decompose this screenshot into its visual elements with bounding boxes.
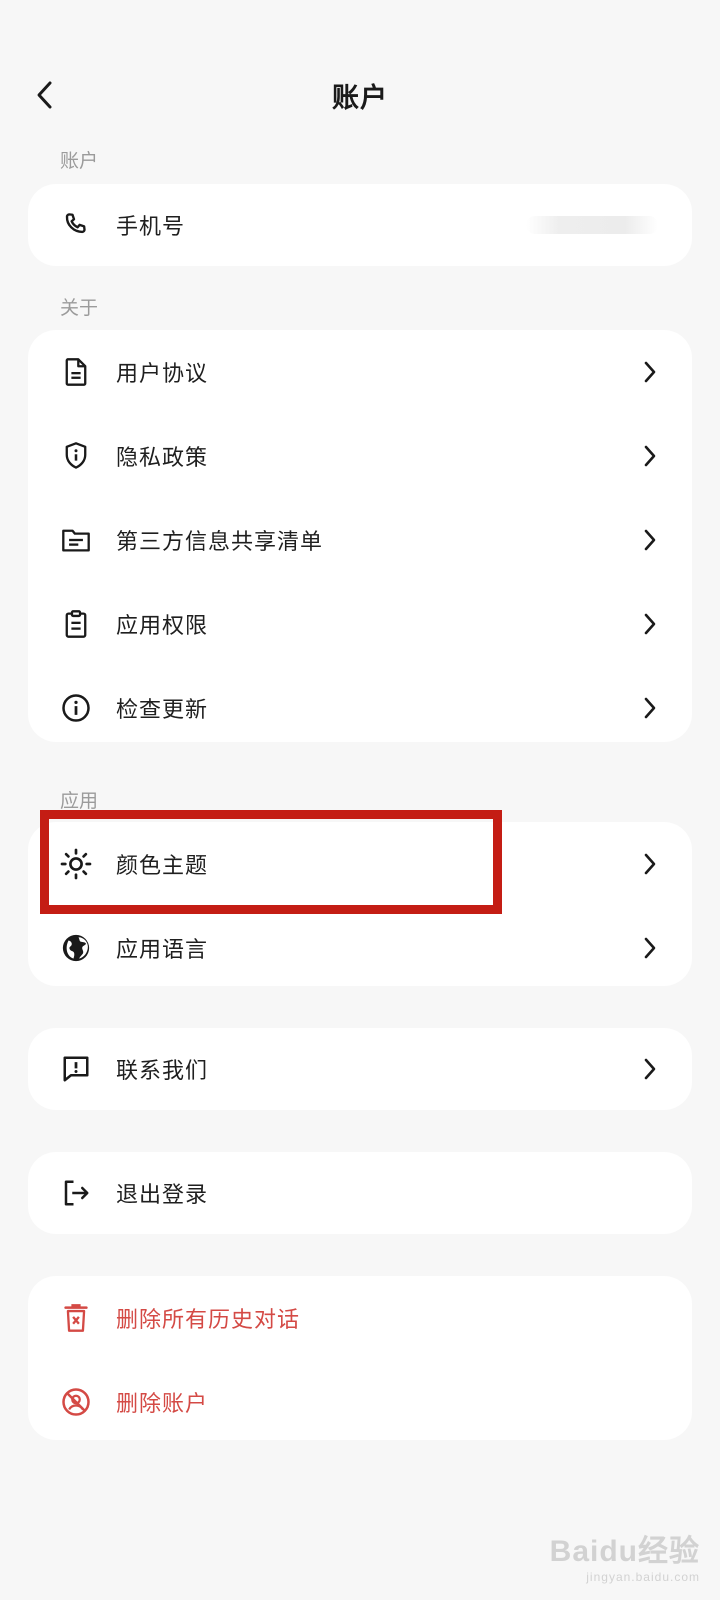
shield-info-icon bbox=[60, 440, 92, 472]
chevron-right-icon bbox=[640, 936, 660, 960]
logout-card: 退出登录 bbox=[28, 1152, 692, 1234]
app-permissions-label: 应用权限 bbox=[116, 614, 209, 639]
third-party-sharing-label: 第三方信息共享清单 bbox=[116, 530, 324, 555]
delete-all-history-label: 删除所有历史对话 bbox=[116, 1308, 301, 1333]
color-theme-row[interactable]: 颜色主题 bbox=[28, 822, 692, 906]
section-label-account: 账户 bbox=[60, 150, 99, 172]
user-agreement-label: 用户协议 bbox=[116, 362, 209, 387]
about-card: 用户协议 隐私政策 第三方信息共享清单 应用权限 检查更新 bbox=[28, 330, 692, 742]
phone-label: 手机号 bbox=[116, 215, 186, 240]
page-title: 账户 bbox=[332, 83, 388, 114]
delete-account-label: 删除账户 bbox=[116, 1392, 209, 1417]
phone-icon bbox=[60, 209, 92, 241]
delete-all-history-row[interactable]: 删除所有历史对话 bbox=[28, 1276, 692, 1360]
folder-list-icon bbox=[60, 524, 92, 556]
watermark-sub: jingyan.baidu.com bbox=[586, 1570, 700, 1584]
section-label-about: 关于 bbox=[60, 297, 99, 319]
watermark-main: Baidu经验 bbox=[549, 1535, 700, 1568]
danger-card: 删除所有历史对话 删除账户 bbox=[28, 1276, 692, 1440]
feedback-icon bbox=[60, 1053, 92, 1085]
sun-icon bbox=[60, 848, 92, 880]
account-settings-page: 账户 账户 手机号 关于 用户协议 隐私政策 第三方信息共享清单 应用权限 检查… bbox=[0, 0, 720, 1600]
contact-card: 联系我们 bbox=[28, 1028, 692, 1110]
color-theme-label: 颜色主题 bbox=[116, 854, 209, 879]
chevron-right-icon bbox=[640, 1057, 660, 1081]
third-party-sharing-row[interactable]: 第三方信息共享清单 bbox=[28, 498, 692, 582]
account-card: 手机号 bbox=[28, 184, 692, 266]
check-update-row[interactable]: 检查更新 bbox=[28, 666, 692, 750]
contact-us-row[interactable]: 联系我们 bbox=[28, 1028, 692, 1110]
trash-icon bbox=[60, 1302, 92, 1334]
document-icon bbox=[60, 356, 92, 388]
header: 账户 bbox=[0, 60, 720, 130]
delete-account-row[interactable]: 删除账户 bbox=[28, 1360, 692, 1444]
app-card: 颜色主题 应用语言 bbox=[28, 822, 692, 986]
chevron-right-icon bbox=[640, 528, 660, 552]
section-label-app: 应用 bbox=[60, 790, 99, 812]
delete-account-icon bbox=[60, 1386, 92, 1418]
app-language-row[interactable]: 应用语言 bbox=[28, 906, 692, 990]
contact-us-label: 联系我们 bbox=[116, 1059, 209, 1084]
phone-value-blurred bbox=[526, 216, 658, 234]
logout-label: 退出登录 bbox=[116, 1183, 209, 1208]
phone-row[interactable]: 手机号 bbox=[28, 184, 692, 266]
chevron-right-icon bbox=[640, 360, 660, 384]
info-icon bbox=[60, 692, 92, 724]
watermark: Baidu经验 jingyan.baidu.com bbox=[550, 1526, 700, 1584]
app-permissions-row[interactable]: 应用权限 bbox=[28, 582, 692, 666]
privacy-policy-row[interactable]: 隐私政策 bbox=[28, 414, 692, 498]
app-language-label: 应用语言 bbox=[116, 938, 209, 963]
logout-row[interactable]: 退出登录 bbox=[28, 1152, 692, 1234]
privacy-policy-label: 隐私政策 bbox=[116, 446, 209, 471]
check-update-label: 检查更新 bbox=[116, 698, 209, 723]
globe-icon bbox=[60, 932, 92, 964]
user-agreement-row[interactable]: 用户协议 bbox=[28, 330, 692, 414]
logout-icon bbox=[60, 1177, 92, 1209]
chevron-right-icon bbox=[640, 852, 660, 876]
chevron-right-icon bbox=[640, 696, 660, 720]
chevron-right-icon bbox=[640, 612, 660, 636]
chevron-right-icon bbox=[640, 444, 660, 468]
clipboard-icon bbox=[60, 608, 92, 640]
